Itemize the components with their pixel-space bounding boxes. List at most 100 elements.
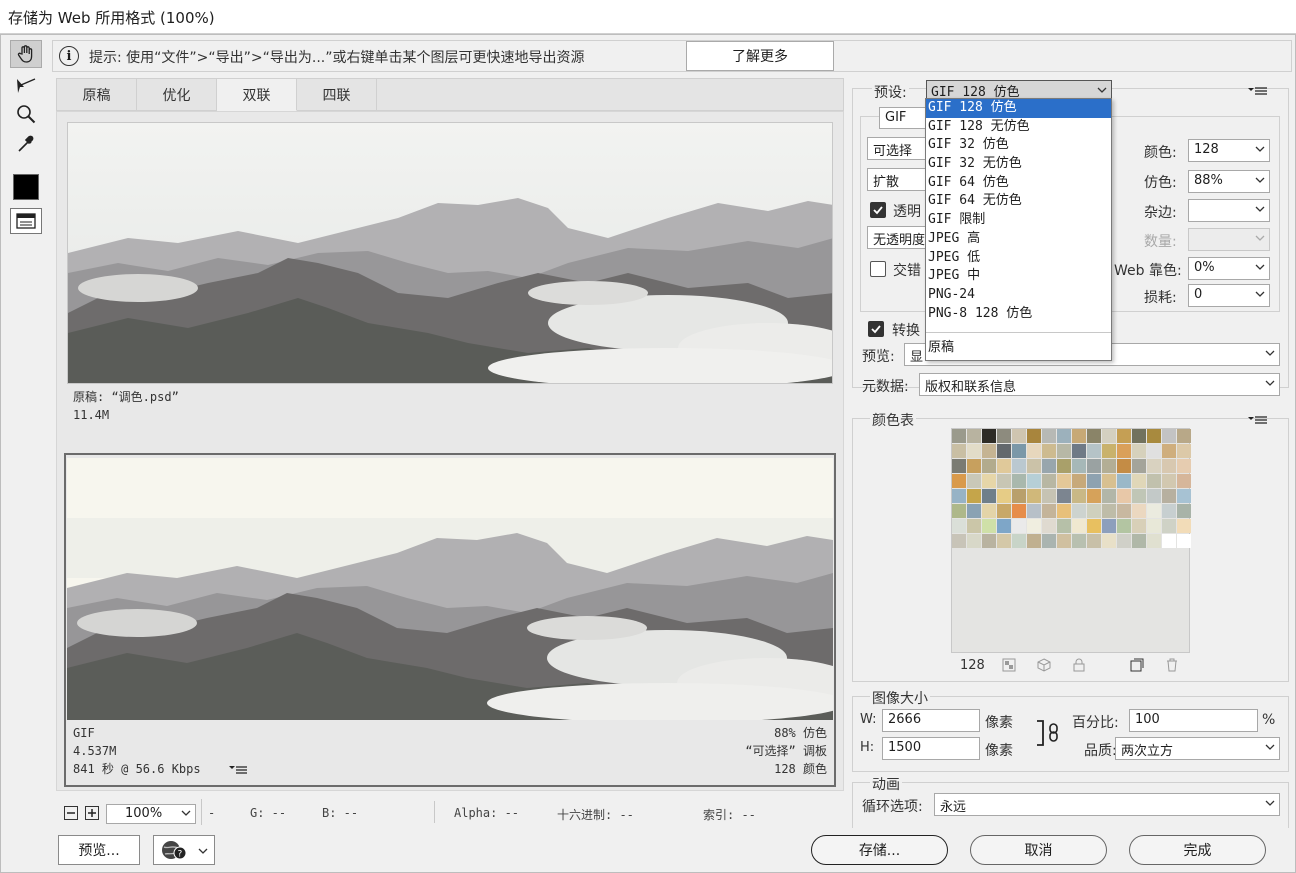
color-swatch[interactable]	[1042, 504, 1056, 518]
width-input[interactable]: 2666	[882, 709, 980, 732]
tab-2-up[interactable]: 双联	[217, 79, 297, 111]
toggle-slices-button[interactable]	[10, 208, 42, 234]
color-swatch[interactable]	[1057, 519, 1071, 533]
tab-optimized[interactable]: 优化	[137, 79, 217, 111]
color-swatch[interactable]	[967, 519, 981, 533]
color-swatch[interactable]	[967, 444, 981, 458]
preset-option[interactable]: JPEG 高	[926, 230, 1111, 249]
color-swatch[interactable]	[1177, 444, 1191, 458]
color-swatch[interactable]	[1177, 489, 1191, 503]
color-swatch[interactable]	[1072, 444, 1086, 458]
color-swatch[interactable]	[1117, 504, 1131, 518]
color-swatch[interactable]	[1012, 489, 1026, 503]
color-swatch[interactable]	[997, 429, 1011, 443]
matte-select[interactable]	[1188, 199, 1270, 222]
preset-option[interactable]: JPEG 中	[926, 267, 1111, 286]
color-swatch[interactable]	[967, 534, 981, 548]
color-swatch[interactable]	[967, 459, 981, 473]
color-swatch[interactable]	[1117, 459, 1131, 473]
save-button[interactable]: 存储...	[811, 835, 948, 865]
color-swatch[interactable]	[1177, 519, 1191, 533]
color-swatch[interactable]	[1147, 474, 1161, 488]
color-swatch[interactable]	[952, 429, 966, 443]
color-swatch[interactable]	[1117, 489, 1131, 503]
preset-option[interactable]: GIF 32 仿色	[926, 136, 1111, 155]
color-swatch[interactable]	[1177, 429, 1191, 443]
zoom-tool[interactable]	[10, 100, 42, 128]
color-swatch[interactable]	[1132, 429, 1146, 443]
color-swatch[interactable]	[1027, 429, 1041, 443]
color-swatch[interactable]	[1057, 474, 1071, 488]
color-swatch[interactable]	[1012, 444, 1026, 458]
color-swatch[interactable]	[1027, 459, 1041, 473]
color-swatch[interactable]	[1072, 474, 1086, 488]
color-swatch[interactable]	[1132, 519, 1146, 533]
color-swatch[interactable]	[1072, 429, 1086, 443]
color-swatch[interactable]	[1087, 504, 1101, 518]
color-swatch[interactable]	[997, 489, 1011, 503]
constrain-proportions-icon[interactable]	[1036, 718, 1064, 752]
color-swatch[interactable]	[982, 474, 996, 488]
loop-select[interactable]: 永远	[934, 793, 1280, 816]
color-swatch[interactable]	[952, 534, 966, 548]
color-swatch[interactable]	[952, 519, 966, 533]
preset-option[interactable]: JPEG 低	[926, 249, 1111, 268]
color-swatch[interactable]	[1162, 489, 1176, 503]
color-swatch[interactable]	[1147, 519, 1161, 533]
color-swatch[interactable]	[1087, 534, 1101, 548]
browser-preview-select[interactable]: ?	[153, 835, 215, 865]
web-snap-input[interactable]: 0%	[1188, 257, 1270, 280]
color-swatch[interactable]	[952, 474, 966, 488]
color-swatch[interactable]	[1087, 489, 1101, 503]
interlaced-checkbox[interactable]	[870, 261, 886, 277]
color-swatch[interactable]	[1012, 504, 1026, 518]
color-swatch[interactable]	[1117, 444, 1131, 458]
color-swatch[interactable]	[1147, 489, 1161, 503]
cube-icon[interactable]	[1037, 658, 1051, 676]
color-swatch[interactable]	[1162, 474, 1176, 488]
color-swatch[interactable]	[982, 534, 996, 548]
color-swatch[interactable]	[1162, 429, 1176, 443]
preset-option[interactable]: PNG-8 128 仿色	[926, 305, 1111, 324]
preset-option[interactable]: GIF 128 无仿色	[926, 118, 1111, 137]
eyedropper-tool[interactable]	[10, 130, 42, 158]
color-swatch[interactable]	[982, 459, 996, 473]
color-swatch[interactable]	[1012, 474, 1026, 488]
color-swatch[interactable]	[1162, 534, 1176, 548]
preset-option[interactable]: GIF 64 仿色	[926, 174, 1111, 193]
color-swatch[interactable]	[1177, 459, 1191, 473]
color-swatch[interactable]	[1012, 519, 1026, 533]
preset-select[interactable]: GIF 128 仿色	[926, 80, 1112, 100]
color-swatch[interactable]	[1102, 474, 1116, 488]
color-swatch[interactable]	[967, 504, 981, 518]
color-swatch[interactable]	[952, 489, 966, 503]
color-swatch[interactable]	[1177, 504, 1191, 518]
color-swatch[interactable]	[1102, 429, 1116, 443]
color-swatch[interactable]	[1177, 474, 1191, 488]
color-swatch[interactable]	[1057, 489, 1071, 503]
color-swatch[interactable]	[1042, 459, 1056, 473]
color-swatch[interactable]	[997, 444, 1011, 458]
color-swatch[interactable]	[1102, 534, 1116, 548]
color-swatch[interactable]	[1117, 474, 1131, 488]
color-swatch-grid[interactable]	[952, 429, 1191, 548]
metadata-select[interactable]: 版权和联系信息	[919, 373, 1280, 396]
web-shift-icon[interactable]	[1002, 658, 1016, 676]
color-swatch[interactable]	[1057, 444, 1071, 458]
color-swatch[interactable]	[997, 504, 1011, 518]
color-swatch[interactable]	[1132, 504, 1146, 518]
color-swatch[interactable]	[997, 534, 1011, 548]
slice-select-tool[interactable]	[10, 72, 42, 100]
preset-option[interactable]: GIF 限制	[926, 211, 1111, 230]
height-input[interactable]: 1500	[882, 737, 980, 760]
color-swatch[interactable]	[997, 459, 1011, 473]
color-swatch[interactable]	[1102, 489, 1116, 503]
preview-button[interactable]: 预览...	[58, 835, 140, 865]
lock-icon[interactable]	[1072, 658, 1086, 676]
preset-option[interactable]: PNG-24	[926, 286, 1111, 305]
new-color-icon[interactable]	[1130, 658, 1144, 676]
color-swatch[interactable]	[1147, 429, 1161, 443]
color-swatch[interactable]	[1027, 489, 1041, 503]
zoom-out-button[interactable]	[64, 806, 78, 820]
lossy-input[interactable]: 0	[1188, 284, 1270, 307]
